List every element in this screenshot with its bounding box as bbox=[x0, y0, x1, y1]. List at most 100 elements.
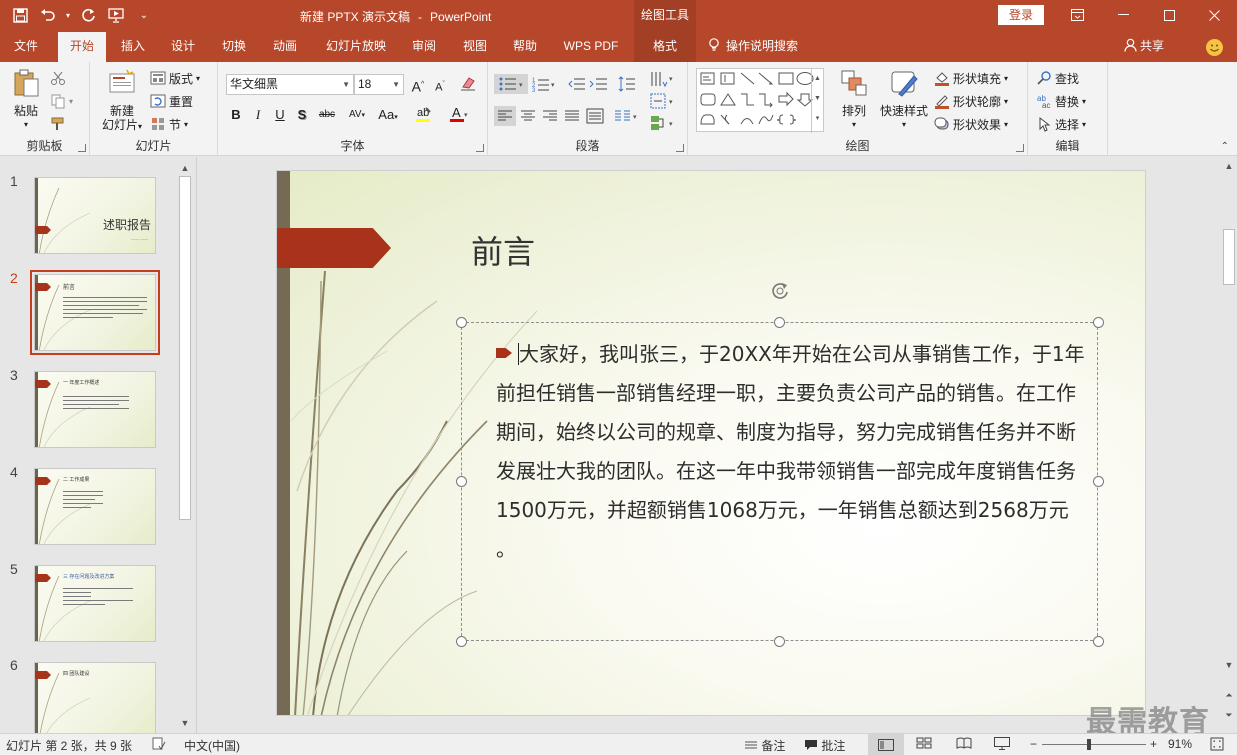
maximize-icon[interactable] bbox=[1146, 0, 1192, 30]
shape-outline-button[interactable]: 形状轮廓 ▾ bbox=[934, 91, 1008, 111]
redo-icon[interactable] bbox=[76, 4, 100, 26]
minimize-icon[interactable] bbox=[1100, 0, 1146, 30]
slide-thumbnail-6[interactable]: 四 团队建设 bbox=[34, 662, 156, 733]
resize-handle-bottom-right[interactable] bbox=[1093, 636, 1104, 647]
notes-button[interactable]: 备注 bbox=[744, 737, 785, 754]
text-direction-button[interactable]: ▾ bbox=[648, 68, 676, 88]
paste-dropdown-icon[interactable]: ▾ bbox=[6, 118, 46, 132]
paragraph-dialog-launcher-icon[interactable] bbox=[676, 144, 684, 152]
resize-handle-bottom[interactable] bbox=[774, 636, 785, 647]
previous-slide-icon[interactable]: ⏶ bbox=[1224, 690, 1234, 701]
scroll-down-icon[interactable]: ▼ bbox=[180, 718, 190, 728]
shape-effects-button[interactable]: 形状效果 ▾ bbox=[934, 114, 1008, 134]
cut-button[interactable] bbox=[50, 68, 66, 88]
clipboard-dialog-launcher-icon[interactable] bbox=[78, 144, 86, 152]
columns-button[interactable]: ▾ bbox=[612, 106, 642, 126]
current-slide[interactable]: 前言 大家好，我叫张三，于20XX年开始在公司从事销售工作，于1年前担任销售一部… bbox=[276, 170, 1146, 716]
font-color-button[interactable]: A ▾ bbox=[444, 105, 474, 125]
bullets-button[interactable]: ▾ bbox=[494, 74, 528, 94]
tab-animations[interactable]: 动画 bbox=[262, 32, 308, 62]
font-dialog-launcher-icon[interactable] bbox=[476, 144, 484, 152]
slide-thumbnail-panel[interactable]: 1 述职报告 —— —— 2 前言 3 一 年度工作概述 4 二 工作成果 5 bbox=[0, 157, 178, 733]
tab-format[interactable]: 格式 bbox=[634, 32, 696, 62]
font-size-combobox[interactable]: 18 ▼ bbox=[354, 74, 404, 95]
zoom-slider-thumb[interactable] bbox=[1087, 739, 1091, 750]
quick-styles-button[interactable]: 快速样式 ▾ bbox=[878, 68, 930, 132]
thumbnail-scrollbar[interactable]: ▲ ▼ bbox=[178, 160, 193, 733]
slide-thumbnail-3[interactable]: 一 年度工作概述 bbox=[34, 371, 156, 448]
new-slide-dropdown-icon[interactable]: ▾ bbox=[138, 122, 142, 131]
underline-button[interactable]: U bbox=[270, 105, 290, 125]
rotate-handle-icon[interactable] bbox=[769, 280, 791, 302]
scroll-up-icon[interactable]: ▲ bbox=[180, 163, 190, 173]
selected-text-box[interactable]: 大家好，我叫张三，于20XX年开始在公司从事销售工作，于1年前担任销售一部销售经… bbox=[456, 283, 1104, 647]
slideshow-view-button[interactable] bbox=[994, 737, 1010, 753]
justify-button[interactable] bbox=[561, 106, 583, 126]
increase-font-size-button[interactable]: A^ bbox=[408, 75, 428, 95]
comments-button[interactable]: 批注 bbox=[804, 737, 845, 754]
undo-icon[interactable] bbox=[36, 4, 60, 26]
character-spacing-button[interactable]: AV▾ bbox=[342, 105, 372, 125]
shapes-gallery-scroll[interactable]: ▲ ▼ ▾ bbox=[811, 69, 823, 133]
login-button[interactable]: 登录 bbox=[998, 5, 1044, 25]
distributed-button[interactable] bbox=[584, 106, 606, 126]
slide-thumbnail-5[interactable]: 三 存在问题及改进方案 bbox=[34, 565, 156, 642]
tab-file[interactable]: 文件 bbox=[0, 32, 52, 62]
copy-button[interactable]: ▾ bbox=[50, 91, 73, 111]
slide-editing-area[interactable]: 前言 大家好，我叫张三，于20XX年开始在公司从事销售工作，于1年前担任销售一部… bbox=[197, 157, 1221, 733]
resize-handle-bottom-left[interactable] bbox=[456, 636, 467, 647]
resize-handle-top[interactable] bbox=[774, 317, 785, 328]
section-button[interactable]: 节 ▾ bbox=[150, 114, 188, 134]
slide-thumbnail-1[interactable]: 述职报告 —— —— bbox=[34, 177, 156, 254]
highlight-color-button[interactable]: ab bbox=[410, 105, 440, 125]
font-size-dropdown-icon[interactable]: ▼ bbox=[392, 75, 400, 94]
resize-handle-top-left[interactable] bbox=[456, 317, 467, 328]
format-painter-button[interactable] bbox=[50, 114, 66, 134]
layout-button[interactable]: 版式 ▾ bbox=[150, 68, 200, 88]
tab-home[interactable]: 开始 bbox=[58, 32, 106, 62]
resize-handle-left[interactable] bbox=[456, 476, 467, 487]
zoom-percentage[interactable]: 91% bbox=[1168, 737, 1192, 751]
zoom-in-button[interactable]: + bbox=[1150, 737, 1157, 751]
shapes-gallery[interactable]: ▲ ▼ ▾ bbox=[696, 68, 824, 133]
new-slide-button[interactable]: 新建 幻灯片▾ bbox=[96, 68, 148, 134]
language-status[interactable]: 中文(中国) bbox=[184, 737, 240, 754]
ribbon-display-options-icon[interactable] bbox=[1054, 0, 1100, 30]
tab-slideshow[interactable]: 幻灯片放映 bbox=[318, 32, 394, 62]
tab-view[interactable]: 视图 bbox=[452, 32, 498, 62]
convert-to-smartart-button[interactable]: ▾ bbox=[648, 113, 676, 133]
zoom-out-button[interactable]: − bbox=[1030, 737, 1037, 751]
text-shadow-button[interactable]: S bbox=[292, 105, 312, 125]
font-name-dropdown-icon[interactable]: ▼ bbox=[342, 75, 350, 94]
numbering-button[interactable]: 1 2 3 ▾ bbox=[530, 74, 560, 94]
save-icon[interactable] bbox=[8, 4, 32, 26]
tab-review[interactable]: 审阅 bbox=[401, 32, 447, 62]
resize-handle-top-right[interactable] bbox=[1093, 317, 1104, 328]
shape-fill-button[interactable]: 形状填充 ▾ bbox=[934, 68, 1008, 88]
strikethrough-button[interactable]: abc bbox=[314, 105, 340, 125]
collapse-ribbon-icon[interactable]: ⌃ bbox=[1221, 141, 1229, 152]
find-button[interactable]: 查找 bbox=[1036, 68, 1079, 88]
line-spacing-button[interactable] bbox=[616, 74, 638, 94]
close-icon[interactable] bbox=[1191, 0, 1237, 30]
change-case-button[interactable]: Aa▾ bbox=[372, 105, 404, 125]
thumbnail-scrollbar-thumb[interactable] bbox=[179, 176, 191, 520]
slide-scroll-up-icon[interactable]: ▲ bbox=[1224, 161, 1234, 171]
normal-view-button[interactable] bbox=[868, 734, 904, 755]
feedback-smiley-icon[interactable] bbox=[1206, 39, 1223, 56]
align-text-button[interactable]: ▾ bbox=[648, 91, 676, 111]
select-button[interactable]: 选择 ▾ bbox=[1036, 114, 1086, 134]
tab-help[interactable]: 帮助 bbox=[502, 32, 548, 62]
slide-thumbnail-4[interactable]: 二 工作成果 bbox=[34, 468, 156, 545]
spelling-check-icon[interactable] bbox=[152, 737, 166, 754]
decrease-font-size-button[interactable]: Aˇ bbox=[430, 75, 450, 95]
present-from-start-icon[interactable] bbox=[104, 4, 128, 26]
slide-sorter-view-button[interactable] bbox=[916, 737, 932, 752]
paste-button[interactable]: 粘贴 ▾ bbox=[6, 68, 46, 132]
resize-handle-right[interactable] bbox=[1093, 476, 1104, 487]
zoom-slider-track[interactable] bbox=[1042, 744, 1146, 745]
italic-button[interactable]: I bbox=[248, 105, 268, 125]
reading-view-button[interactable] bbox=[956, 737, 972, 752]
tab-insert[interactable]: 插入 bbox=[110, 32, 156, 62]
align-right-button[interactable] bbox=[539, 106, 561, 126]
